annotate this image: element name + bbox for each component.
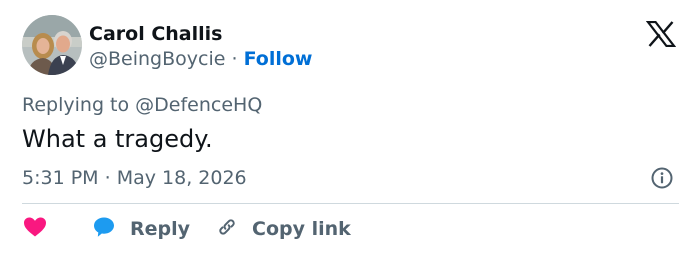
copy-link-label: Copy link [252,218,351,240]
follow-button[interactable]: Follow [244,48,313,70]
reply-label: Reply [130,218,191,240]
replying-to-handle[interactable]: @DefenceHQ [135,94,262,116]
tweet-date: May 18, 2026 [116,167,247,189]
heart-icon [22,215,48,243]
like-button[interactable] [22,215,48,243]
info-icon[interactable] [650,166,674,190]
reply-button[interactable]: Reply [92,215,190,243]
author-display-name[interactable]: Carol Challis [89,22,222,46]
replying-to-line: Replying to @DefenceHQ [22,93,262,117]
copy-link-button[interactable]: Copy link [215,215,351,243]
tweet-text: What a tragedy. [22,125,213,153]
tweet-timestamp[interactable]: 5:31 PM · May 18, 2026 [22,166,247,190]
speech-bubble-icon [92,215,116,243]
author-handle[interactable]: @BeingBoycie [89,48,225,70]
avatar-photo [22,15,82,75]
replying-to-prefix: Replying to [22,94,130,116]
divider [22,203,679,204]
timestamp-separator: · [104,167,111,189]
tweet-time: 5:31 PM [22,167,99,189]
author-handle-row: @BeingBoycie · Follow [89,47,312,71]
avatar[interactable] [22,15,82,75]
x-logo-icon[interactable] [645,20,677,48]
link-icon [215,215,239,243]
handle-separator: · [231,48,238,70]
